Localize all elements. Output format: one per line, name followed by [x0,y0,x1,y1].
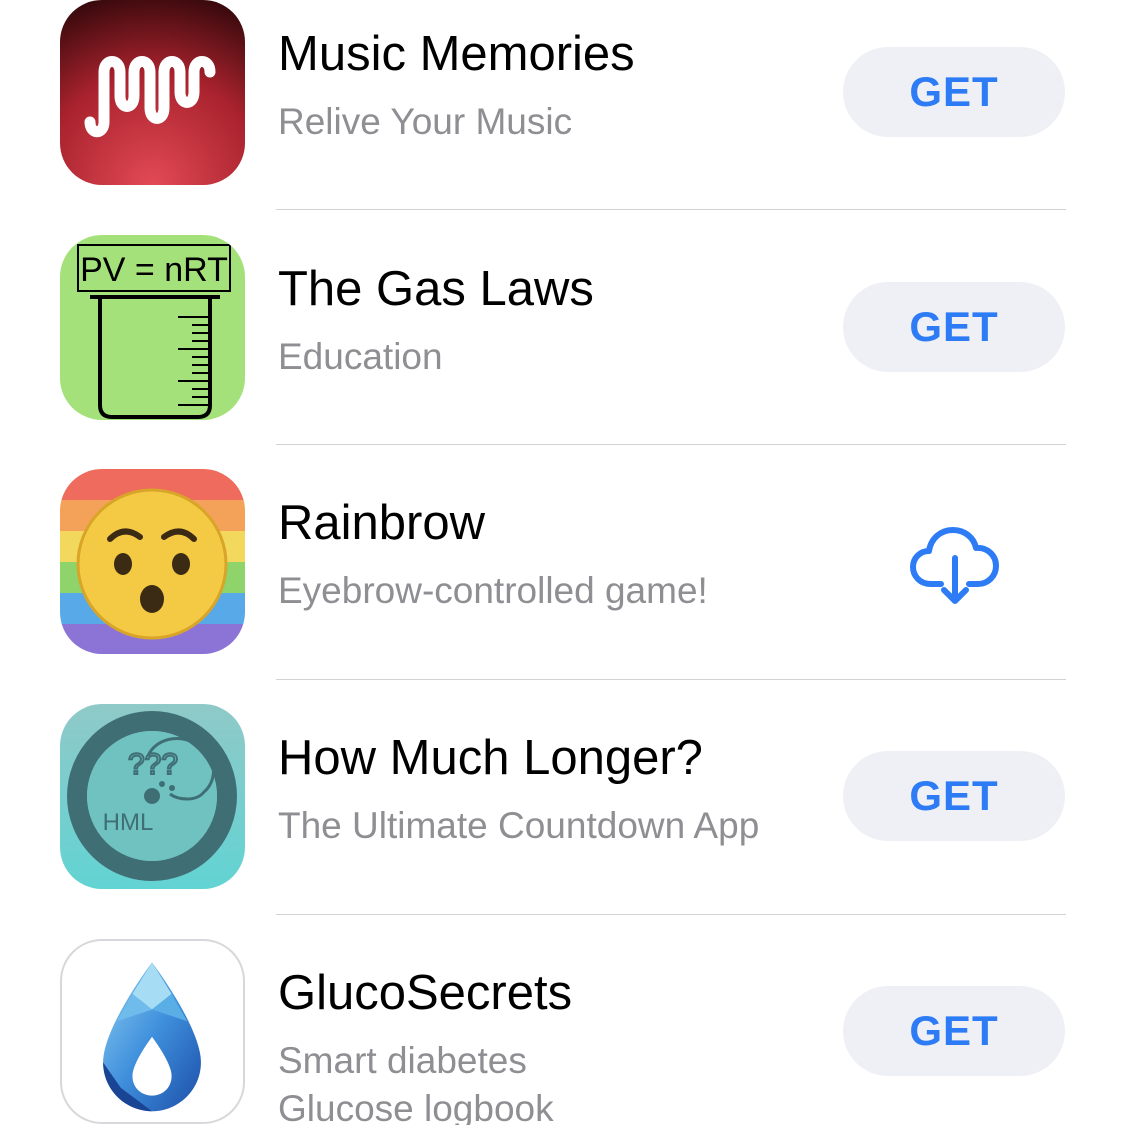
app-subtitle: Eyebrow-controlled game! [278,570,708,611]
how-much-longer-brain-icon[interactable]: ??? HML [60,704,245,889]
app-title: Rainbrow [278,496,485,550]
svg-text:???: ??? [128,748,178,781]
cloud-download-button[interactable] [905,514,1005,604]
get-button[interactable]: GET [843,47,1065,137]
row-separator [276,679,1066,680]
rainbrow-surprised-face-icon[interactable] [60,469,245,654]
hml-label: HML [103,809,154,836]
row-separator [276,209,1066,210]
app-subtitle: Smart diabetes [278,1040,527,1081]
app-title: The Gas Laws [278,262,594,316]
app-subtitle: Relive Your Music [278,101,573,142]
gas-laws-beaker-icon[interactable]: PV = nRT [60,235,245,420]
row-separator [276,444,1066,445]
app-title: GlucoSecrets [278,966,573,1020]
app-row-music-memories[interactable]: Music Memories Relive Your Music GET [0,0,1125,235]
get-button[interactable]: GET [843,282,1065,372]
app-subtitle: The Ultimate Countdown App [278,805,760,846]
app-row-gas-laws[interactable]: PV = nRT The Gas Laws Education GET [0,235,1125,470]
get-button[interactable]: GET [843,751,1065,841]
get-button[interactable]: GET [843,986,1065,1076]
app-list: Music Memories Relive Your Music GET PV … [0,0,1125,1125]
glucosecrets-drop-icon[interactable] [60,939,245,1124]
app-title: How Much Longer? [278,731,703,785]
music-memories-wave-icon[interactable] [60,0,245,185]
gas-laws-formula: PV = nRT [80,251,228,289]
app-row-glucosecrets[interactable]: GlucoSecrets Smart diabetes Glucose logb… [0,939,1125,1125]
app-row-how-much-longer[interactable]: ??? HML How Much Longer? The Ultimate Co… [0,704,1125,939]
row-separator [276,914,1066,915]
cloud-download-icon [910,527,999,604]
app-subtitle: Education [278,336,443,377]
app-row-rainbrow[interactable]: Rainbrow Eyebrow-controlled game! [0,469,1125,704]
app-title: Music Memories [278,27,635,81]
app-subtitle-line2: Glucose logbook [278,1088,554,1125]
